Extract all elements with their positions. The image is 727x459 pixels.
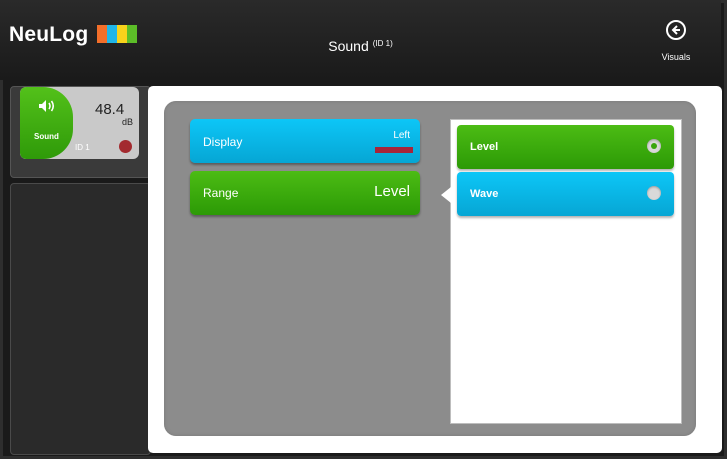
header-bar: NeuLog Sound (ID 1) Visuals (0, 0, 721, 80)
sensor-active-tab (20, 87, 73, 159)
sensor-name: Sound (34, 132, 59, 141)
option-wave-label: Wave (470, 188, 499, 200)
visuals-button[interactable]: Visuals (653, 20, 699, 62)
sensor-unit: dB (122, 117, 134, 127)
display-color-swatch (375, 147, 413, 153)
range-setting-button[interactable]: Range Level (190, 171, 420, 215)
option-level[interactable]: Level (457, 125, 674, 169)
range-label: Range (203, 186, 239, 200)
options-pointer (441, 187, 451, 203)
display-value: Left (393, 130, 410, 141)
radio-selected-icon[interactable] (647, 139, 661, 153)
display-label: Display (203, 135, 243, 149)
option-wave[interactable]: Wave (457, 172, 674, 216)
sensor-module-card[interactable]: Sound ID 1 48.4 dB (20, 87, 139, 159)
display-setting-button[interactable]: Display Left (190, 119, 420, 163)
sensor-id: ID 1 (75, 143, 90, 152)
sensor-value: 48.4 (95, 101, 125, 118)
record-indicator-icon (119, 140, 132, 153)
radio-unselected-icon[interactable] (647, 186, 661, 200)
option-level-label: Level (470, 141, 499, 153)
circle-arrow-left-icon (666, 20, 686, 40)
sensor-title-id: (ID 1) (372, 39, 393, 48)
speaker-icon (38, 99, 56, 116)
visuals-label: Visuals (661, 52, 691, 62)
range-value: Level (374, 183, 410, 200)
page-title: Sound (ID 1) (0, 38, 721, 54)
sensor-title: Sound (328, 38, 369, 54)
sensor-list-area (10, 183, 151, 455)
